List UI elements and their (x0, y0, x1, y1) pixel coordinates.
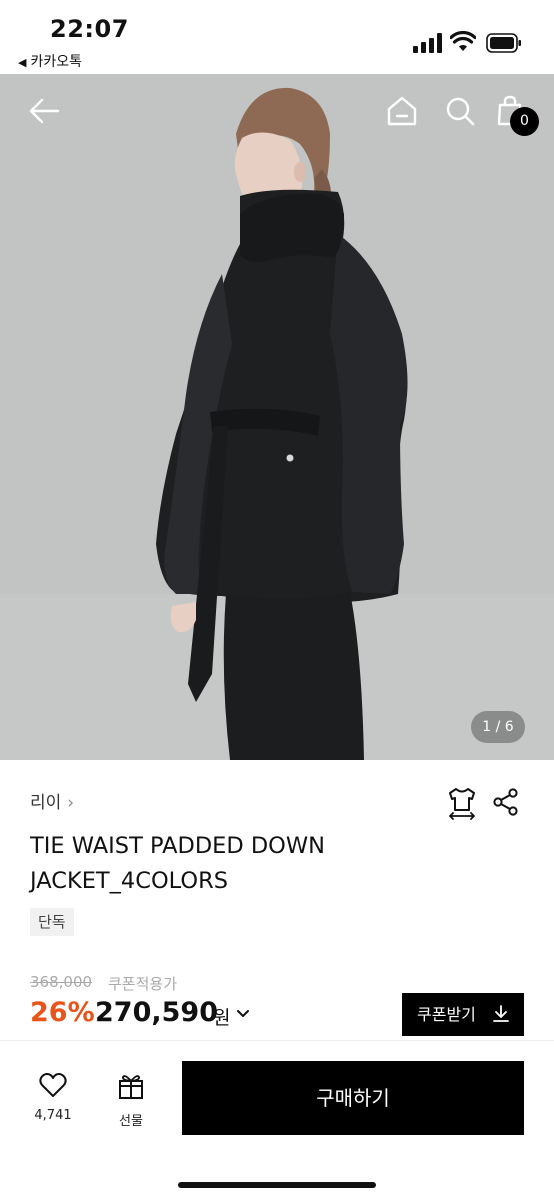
search-icon[interactable] (444, 95, 476, 127)
download-icon (493, 1005, 509, 1022)
status-time: 22:07 (50, 15, 129, 43)
brand-link[interactable]: 리이 › (30, 788, 74, 813)
home-indicator (178, 1182, 376, 1188)
gift-label: 선물 (119, 1114, 143, 1129)
wifi-icon (450, 31, 476, 51)
get-coupon-button[interactable]: 쿠폰받기 (402, 993, 524, 1036)
battery-icon (486, 33, 521, 53)
image-counter: 1 / 6 (471, 711, 525, 743)
product-title: TIE WAIST PADDED DOWN JACKET_4COLORS (30, 833, 325, 894)
sale-price: 270,590 (95, 997, 218, 1028)
product-image-gallery[interactable] (0, 74, 554, 760)
coupon-button-label: 쿠폰받기 (417, 1005, 476, 1024)
brand-name: 리이 (30, 793, 62, 813)
original-price: 368,000 (30, 973, 93, 991)
share-icon[interactable] (492, 788, 520, 816)
status-bar: 22:07 ◀ 카카오톡 (0, 0, 554, 74)
exclusive-badge: 단독 (30, 908, 74, 936)
heart-icon (39, 1073, 67, 1097)
size-guide-icon[interactable] (446, 786, 478, 820)
back-app-label: 카카오톡 (30, 54, 82, 70)
chevron-down-icon[interactable] (236, 1008, 250, 1020)
back-triangle-icon: ◀ (18, 56, 27, 69)
currency-label: 원 (213, 1007, 231, 1029)
divider (0, 1040, 554, 1041)
product-photo (0, 74, 554, 760)
like-button[interactable]: 4,741 (28, 1072, 78, 1123)
back-to-app-link[interactable]: ◀ 카카오톡 (18, 51, 82, 71)
chevron-right-icon: › (67, 793, 75, 813)
back-arrow-icon[interactable] (28, 95, 60, 127)
gift-button[interactable]: 선물 (106, 1072, 156, 1129)
home-icon[interactable] (386, 95, 418, 127)
like-count: 4,741 (34, 1108, 72, 1123)
cellular-signal-icon (413, 33, 442, 53)
gift-icon (119, 1075, 143, 1099)
cart-count-badge: 0 (510, 107, 539, 136)
coupon-price-note: 쿠폰적용가 (108, 975, 178, 993)
discount-rate: 26% (30, 997, 95, 1028)
buy-button[interactable]: 구매하기 (182, 1061, 524, 1135)
